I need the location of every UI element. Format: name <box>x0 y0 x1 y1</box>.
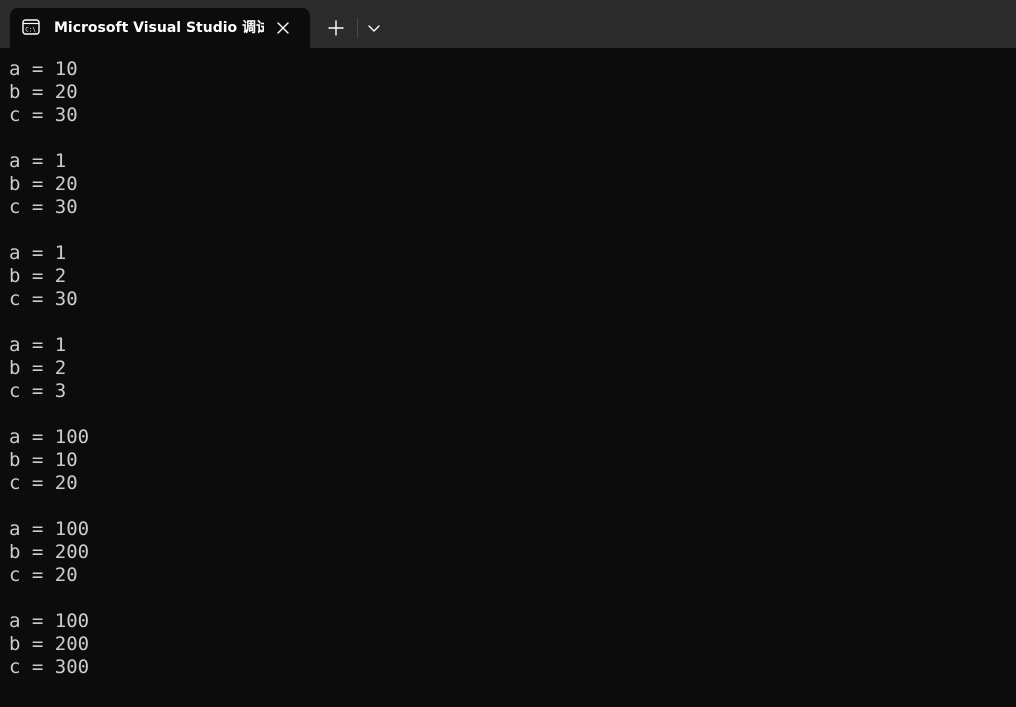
console-line: a = 100 <box>9 610 90 632</box>
console-line: a = 1 <box>9 334 67 356</box>
console-line: c = 30 <box>9 104 78 126</box>
console-line: b = 2 <box>9 357 67 379</box>
console-line: c = 30 <box>9 288 78 310</box>
console-line: b = 200 <box>9 633 90 655</box>
chevron-down-icon[interactable] <box>362 12 386 44</box>
console-output[interactable]: a = 10 b = 20 c = 30 a = 1b = 20 c = 30 a = 1… <box>9 58 1009 698</box>
console-icon: C:\ <box>22 19 40 35</box>
console-line: c = 300 <box>9 656 90 678</box>
console-line: b = 20 <box>9 81 78 103</box>
console-line: a = 1 <box>9 150 67 172</box>
plus-icon[interactable] <box>320 12 352 44</box>
console-line: a = 1 <box>9 242 67 264</box>
console-line: c = 30 <box>9 196 78 218</box>
console-line: b = 2 <box>9 265 67 287</box>
tab-title: Microsoft Visual Studio 调试控 <box>54 20 264 36</box>
console-line: c = 20 <box>9 472 78 494</box>
console-line: a = 10 <box>9 58 78 80</box>
svg-text:C:\: C:\ <box>25 27 36 34</box>
console-line: b = 20 <box>9 173 78 195</box>
console-line: c = 20 <box>9 564 78 586</box>
console-line: a = 100 <box>9 518 90 540</box>
tab-active[interactable]: C:\ Microsoft Visual Studio 调试控 <box>10 8 310 48</box>
console-line: a = 100 <box>9 426 90 448</box>
console-line: b = 10 <box>9 449 78 471</box>
tab-bar: C:\ Microsoft Visual Studio 调试控 <box>0 0 1016 48</box>
close-icon[interactable] <box>274 19 292 37</box>
console-line: c = 3 <box>9 380 67 402</box>
terminal-window: C:\ Microsoft Visual Studio 调试控 a = 10 b … <box>0 0 1016 707</box>
tab-divider <box>357 18 358 38</box>
console-line: b = 200 <box>9 541 90 563</box>
